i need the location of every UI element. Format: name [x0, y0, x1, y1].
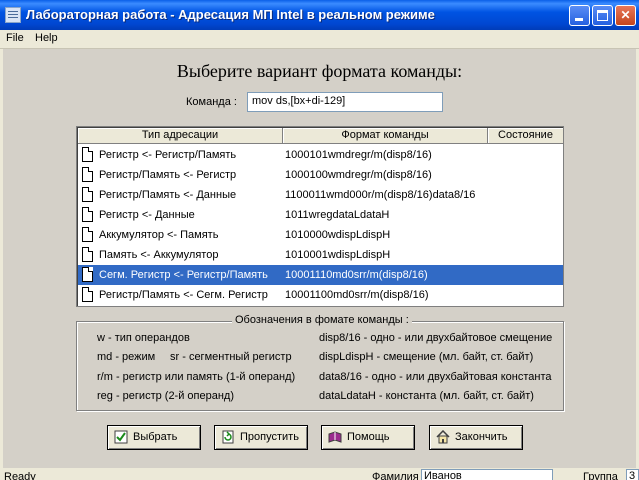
cell-type: Регистр <- Регистр/Память	[99, 149, 237, 161]
status-text: Ready	[4, 471, 36, 480]
document-icon	[82, 227, 93, 242]
legend-rm: r/m - регистр или память (1-й операнд)	[97, 371, 296, 383]
main-window: Лабораторная работа - Адресация МП Intel…	[0, 0, 639, 480]
page-title: Выберите вариант формата команды:	[176, 61, 463, 81]
list-item[interactable]: Аккумулятор <- Память 1010000wdispLdispH	[78, 225, 563, 245]
skip-button[interactable]: Пропустить	[214, 425, 308, 450]
list-item[interactable]: Регистр/Память <- Данные 1100011wmd000r/…	[78, 185, 563, 205]
app-window-icon	[5, 7, 21, 23]
menu-file[interactable]: File	[6, 32, 24, 44]
cell-format: 1000101wmdregr/m(disp8/16)	[285, 149, 432, 161]
cell-format: 10001110md0srr/m(disp8/16)	[285, 269, 428, 281]
list-item[interactable]: Регистр <- Данные 1011wregdataLdataH	[78, 205, 563, 225]
skip-button-label: Пропустить	[240, 431, 299, 443]
legend-md: md - режим	[97, 351, 156, 363]
legend-title: Обозначения в фомате команды :	[232, 314, 412, 326]
cell-type: Сегм. Регистр <- Регистр/Память	[99, 269, 268, 281]
document-icon	[82, 287, 93, 302]
legend-disp816: disp8/16 - одно - или двухбайтовое смеще…	[319, 332, 553, 344]
column-header-format[interactable]: Формат команды	[283, 128, 488, 144]
cell-format: 1000100wmdregr/m(disp8/16)	[285, 169, 432, 181]
cell-type: Регистр/Память <- Регистр	[99, 169, 237, 181]
command-label: Команда :	[186, 96, 237, 108]
surname-label: Фамилия	[372, 471, 419, 480]
cell-format: 1011wregdataLdataH	[285, 209, 390, 221]
cell-type: Регистр/Память <- Сегм. Регистр	[99, 289, 268, 301]
column-header-type[interactable]: Тип адресации	[78, 128, 283, 144]
cell-format: 1010000wdispLdispH	[285, 229, 391, 241]
list-item-selected[interactable]: Сегм. Регистр <- Регистр/Память 10001110…	[78, 265, 563, 285]
status-bar: Ready Фамилия Иванов Группа 3	[0, 468, 639, 480]
home-icon	[436, 430, 450, 444]
surname-field: Иванов	[421, 469, 553, 480]
document-icon	[82, 207, 93, 222]
close-icon: ✕	[620, 8, 631, 22]
document-icon	[82, 187, 93, 202]
maximize-button[interactable]	[592, 5, 613, 26]
help-button[interactable]: Помощь	[321, 425, 415, 450]
command-input[interactable]: mov ds,[bx+di-129]	[247, 92, 443, 112]
legend-group: Обозначения в фомате команды : w - тип о…	[76, 314, 564, 411]
cell-type: Аккумулятор <- Память	[99, 229, 219, 241]
format-list[interactable]: Тип адресации Формат команды Состояние Р…	[76, 126, 564, 307]
refresh-icon	[222, 430, 234, 444]
select-button-label: Выбрать	[133, 431, 178, 443]
check-icon	[114, 430, 128, 444]
close-button[interactable]: ✕	[615, 5, 636, 26]
list-item[interactable]: Регистр <- Регистр/Память 1000101wmdregr…	[78, 145, 563, 165]
legend-displ: dispLdispH - смещение (мл. байт, ст. бай…	[319, 351, 534, 363]
menu-help[interactable]: Help	[35, 32, 58, 44]
window-title: Лабораторная работа - Адресация МП Intel…	[26, 7, 435, 22]
cell-format: 1100011wmd000r/m(disp8/16)data8/16	[285, 189, 476, 201]
list-item[interactable]: Регистр/Память <- Регистр 1000100wmdregr…	[78, 165, 563, 185]
title-bar[interactable]: Лабораторная работа - Адресация МП Intel…	[0, 0, 639, 30]
select-button[interactable]: Выбрать	[107, 425, 201, 450]
minimize-icon	[575, 18, 583, 21]
legend-w: w - тип операндов	[97, 332, 190, 344]
book-icon	[328, 431, 342, 443]
legend-reg: reg - регистр (2-й операнд)	[97, 390, 235, 402]
document-icon	[82, 247, 93, 262]
legend-datal: dataLdataH - константа (мл. байт, ст. ба…	[319, 390, 534, 402]
group-field: 3	[626, 469, 639, 480]
cell-format: 1010001wdispLdispH	[285, 249, 391, 261]
cell-type: Память <- Аккумулятор	[99, 249, 219, 261]
finish-button[interactable]: Закончить	[429, 425, 523, 450]
cell-type: Регистр <- Данные	[99, 209, 195, 221]
minimize-button[interactable]	[569, 5, 590, 26]
legend-data816: data8/16 - одно - или двухбайтовая конст…	[319, 371, 552, 383]
client-area: Выберите вариант формата команды: Команд…	[3, 49, 636, 480]
group-label: Группа	[583, 471, 618, 480]
list-item[interactable]: Регистр/Память <- Сегм. Регистр 10001100…	[78, 285, 563, 305]
cell-type: Регистр/Память <- Данные	[99, 189, 237, 201]
document-icon	[82, 147, 93, 162]
legend-sr: sr - сегментный регистр	[170, 351, 292, 363]
column-header-state[interactable]: Состояние	[488, 128, 563, 144]
list-header: Тип адресации Формат команды Состояние	[78, 128, 563, 144]
document-icon	[82, 267, 93, 282]
menu-bar: File Help	[0, 30, 639, 49]
cell-format: 10001100md0srr/m(disp8/16)	[285, 289, 429, 301]
finish-button-label: Закончить	[455, 431, 508, 443]
document-icon	[82, 167, 93, 182]
help-button-label: Помощь	[347, 431, 390, 443]
list-item[interactable]: Память <- Аккумулятор 1010001wdispLdispH	[78, 245, 563, 265]
maximize-icon	[597, 10, 608, 21]
